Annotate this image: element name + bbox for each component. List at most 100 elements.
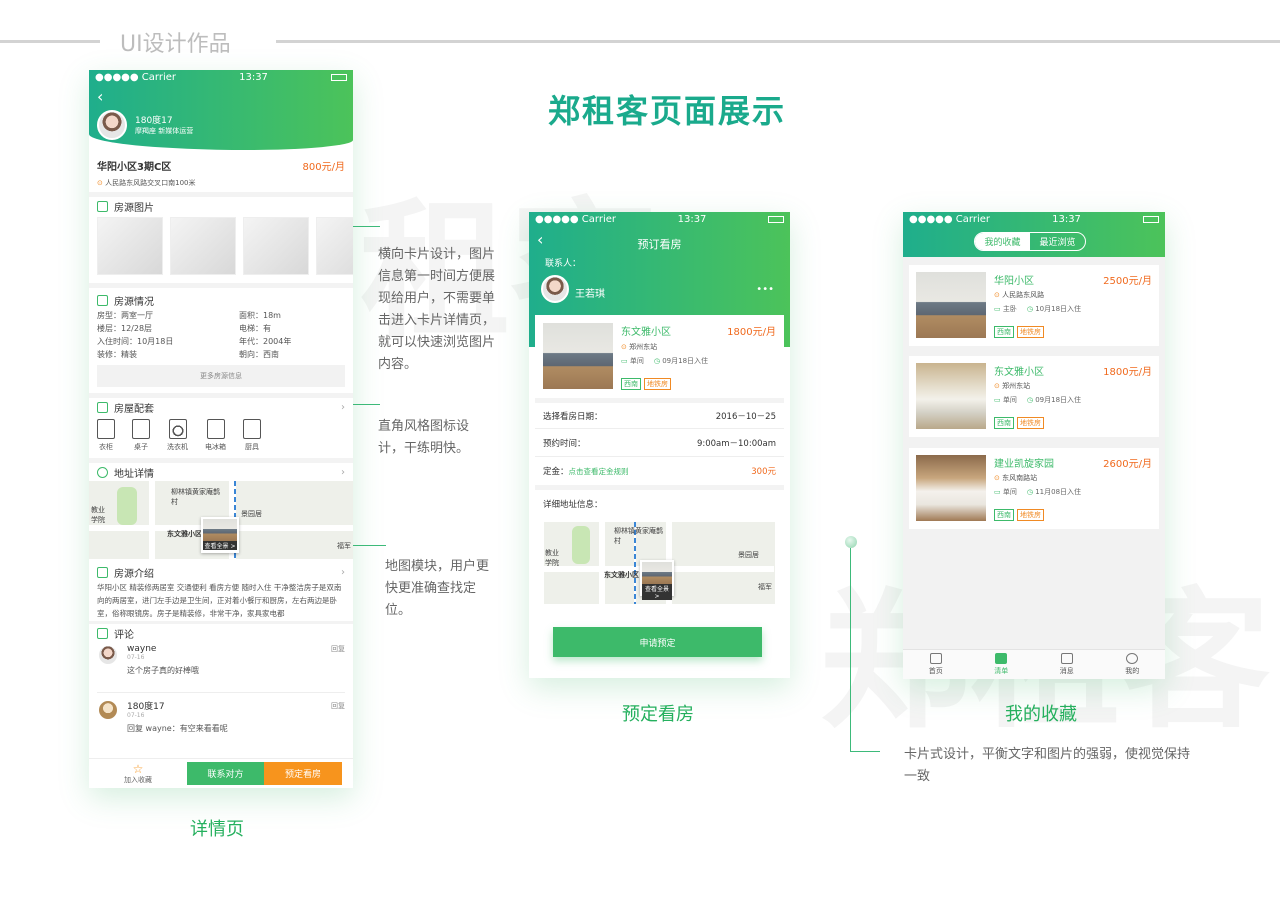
document-icon [97, 566, 108, 578]
streetview-thumb[interactable]: 查看全景 > [201, 517, 239, 553]
tag: 地铁房 [1017, 417, 1044, 429]
message-icon [1060, 653, 1073, 664]
booking-map[interactable]: 柳林镇黄家庵鹊村 景园居 东文雅小区 福军 教业学院 查看全景 > [544, 522, 775, 604]
info-table: 房型：两室一厅 面积：18m 楼层：12/28层 电梯：有 入住时间：10月18日年… [89, 309, 353, 387]
photo-2[interactable] [170, 217, 236, 275]
chevron-right-icon[interactable]: › [341, 467, 345, 478]
booking-title: 预订看房 [637, 238, 682, 251]
listing-photo [916, 272, 986, 338]
avatar[interactable] [97, 644, 119, 666]
photo-4[interactable] [316, 217, 353, 275]
clock-icon: ◷ [653, 357, 660, 365]
photo-1[interactable] [97, 217, 163, 275]
favorite-button[interactable]: ☆ 加入收藏 [89, 759, 187, 788]
furniture-icon [97, 401, 108, 413]
avatar[interactable] [97, 699, 119, 721]
detail-map[interactable]: 柳林镇黄家庵鹊村 景园居 东文雅小区 福军 教业学院 查看全景 > [89, 481, 353, 559]
tag: 西南 [994, 417, 1014, 429]
listing-title: 华阳小区3期C区 [97, 162, 172, 173]
avatar[interactable] [541, 275, 569, 303]
info-header: 房源情况 [89, 291, 353, 309]
user-bio: 摩羯座 新媒体运营 [135, 127, 194, 135]
reply-button[interactable]: 回复 [331, 701, 345, 711]
deposit-rules-link[interactable]: 点击查看定金规则 [569, 467, 629, 476]
user-name: 180度17 [135, 116, 173, 126]
carrier: ●●●●● Carrier [95, 71, 177, 83]
comments-header: 评论 [89, 624, 353, 642]
address-header: 地址详情 › [89, 463, 353, 481]
clock-icon: ◷ [1026, 305, 1033, 313]
listing-price: 2600元/月 [1103, 459, 1152, 470]
info-label: 房源情况 [114, 296, 154, 308]
page-title: 郑租客页面展示 [548, 92, 787, 130]
connector-line [850, 751, 880, 752]
location-icon: ⊙ [994, 474, 1000, 482]
more-info-button[interactable]: 更多房源信息 [97, 365, 345, 387]
booking-card: 东文雅小区 1800元/月 ⊙ 郑州东站 ▭ 单间 ◷ 09月18日入住 西南 地铁房… [535, 315, 784, 678]
location-icon: ⊙ [994, 382, 1000, 390]
listing-name: 华阳小区 [994, 276, 1034, 287]
reply-button[interactable]: 回复 [331, 644, 345, 654]
listing-name: 东文雅小区 [621, 327, 671, 338]
furniture-washer: 洗衣机 [167, 419, 188, 452]
fridge-icon [206, 419, 225, 439]
photo-3[interactable] [243, 217, 309, 275]
streetview-thumb[interactable]: 查看全景 > [640, 560, 674, 600]
nav-messages[interactable]: 消息 [1060, 653, 1074, 676]
photo-carousel[interactable] [89, 215, 353, 283]
favorite-card[interactable]: 华阳小区 2500元/月 ⊙ 人民路东风路 ▭ 主卧 ◷ 10月18日入住 西南 地铁… [909, 265, 1159, 346]
contact-button[interactable]: 联系对方 [187, 762, 264, 785]
note-cards: 横向卡片设计，图片信息第一时间方便展现给用户，不需要单击进入卡片详情页，就可以快… [378, 247, 496, 372]
home-icon [929, 653, 942, 664]
note-favorites: 卡片式设计，平衡文字和图片的强弱，使视觉保持一致 [904, 747, 1191, 784]
more-icon[interactable]: ••• [756, 284, 774, 295]
contact-label: 联系人： [545, 259, 582, 269]
detail-screen: ●●●●● Carrier 13:37 ‹ 180度17 摩羯座 新媒体运营 华阳… [89, 70, 353, 788]
booking-listing[interactable]: 东文雅小区 1800元/月 ⊙ 郑州东站 ▭ 单间 ◷ 09月18日入住 西南 地铁房 [535, 315, 784, 398]
listing-summary: 华阳小区3期C区 800元/月 ⊙ 人民路东风路交叉口南100米 [89, 150, 353, 192]
bottom-nav: 首页 清单 消息 我的 [903, 649, 1165, 679]
map-poi: 福军 [337, 542, 351, 550]
chevron-right-icon[interactable]: › [341, 567, 345, 578]
intro-label: 房源介绍 [114, 568, 154, 580]
room-icon: ▭ [621, 357, 628, 365]
location-icon: ⊙ [994, 291, 1000, 299]
back-icon[interactable]: ‹ [97, 87, 103, 106]
tab-recent[interactable]: 最近浏览 [1030, 233, 1085, 250]
nav-list[interactable]: 清单 [994, 653, 1008, 676]
favorites-screen: ●●●●● Carrier 13:37 我的收藏 最近浏览 华阳小区 2500元/月… [903, 212, 1165, 679]
room-icon: ▭ [994, 488, 1001, 496]
wardrobe-icon [97, 419, 115, 439]
tab-favorites[interactable]: 我的收藏 [975, 233, 1030, 250]
furniture-kitchen: 厨具 [243, 419, 261, 452]
book-button[interactable]: 预定看房 [264, 762, 342, 785]
listing-address: 人民路东风路交叉口南100米 [105, 179, 196, 187]
submit-booking-button[interactable]: 申请预定 [553, 627, 762, 657]
favorite-card[interactable]: 建业凯旋家园 2600元/月 ⊙ 东风南路站 ▭ 单间 ◷ 11月08日入住 西南地… [909, 448, 1159, 529]
date-row[interactable]: 选择看房日期： 2016－10－25 [535, 403, 784, 429]
location-icon: ⊙ [97, 179, 103, 187]
battery-icon [768, 215, 784, 223]
comment-icon [97, 627, 108, 639]
chevron-right-icon[interactable]: › [341, 402, 345, 413]
deposit-row: 定金：点击查看定金规则 300元 [543, 467, 776, 477]
furniture-wardrobe: 衣柜 [97, 419, 115, 452]
tag: 西南 [994, 509, 1014, 521]
header-line-right [276, 40, 1280, 43]
detail-bottom-bar: ☆ 加入收藏 联系对方 预定看房 [89, 758, 353, 788]
favorite-card[interactable]: 东文雅小区 1800元/月 ⊙ 郑州东站 ▭ 单间 ◷ 09月18日入住 西南 地铁房 [909, 356, 1159, 437]
listing-price: 2500元/月 [1103, 276, 1152, 287]
carrier: ●●●●● Carrier [909, 213, 991, 225]
listing-price: 800元/月 [302, 162, 345, 173]
clock: 13:37 [239, 71, 268, 83]
battery-icon [1143, 215, 1159, 223]
grid-icon [97, 294, 108, 306]
nav-home[interactable]: 首页 [929, 653, 943, 676]
map-poi: 教业学院 [91, 506, 105, 524]
nav-profile[interactable]: 我的 [1125, 653, 1139, 676]
tag: 地铁房 [644, 378, 671, 390]
avatar[interactable] [97, 110, 127, 140]
time-row[interactable]: 预约时间： 9:00am－10:00am [535, 429, 784, 457]
list-icon [995, 653, 1008, 664]
star-icon: ☆ [132, 761, 144, 776]
